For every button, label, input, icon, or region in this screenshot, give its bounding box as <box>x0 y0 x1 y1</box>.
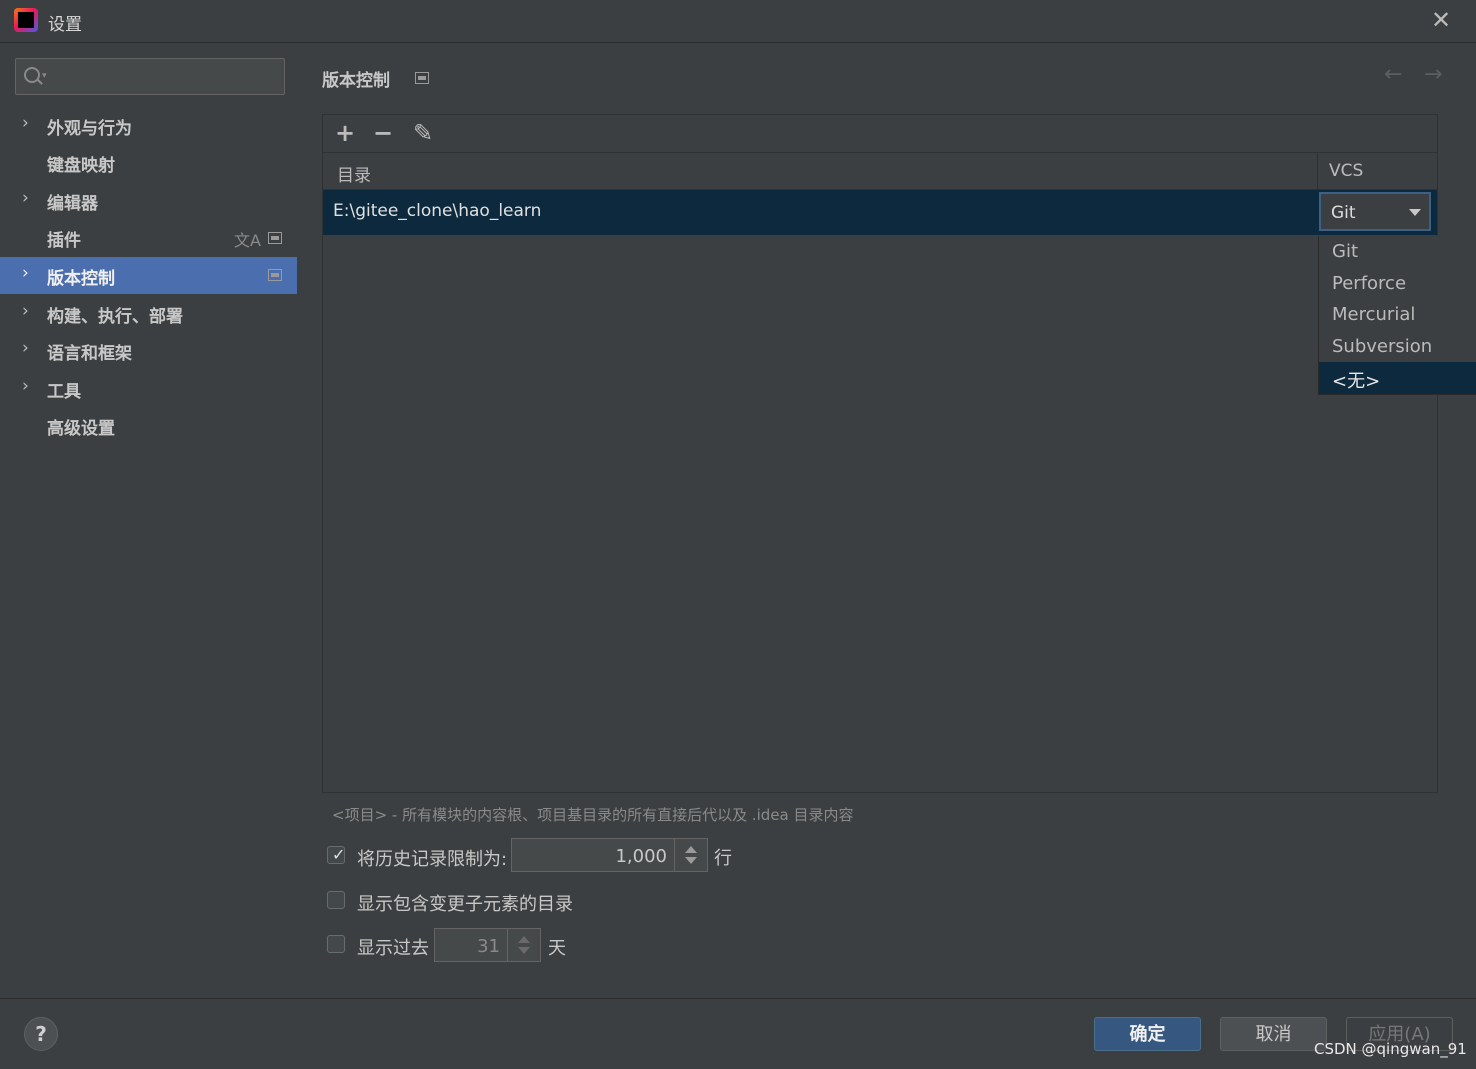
show-past-checkbox[interactable] <box>327 935 345 953</box>
sidebar-item-languages-frameworks[interactable]: › 语言和框架 <box>0 332 297 369</box>
app-icon-glyph <box>18 12 34 28</box>
translate-icon: 文A <box>234 231 261 250</box>
sidebar-item-label: 编辑器 <box>47 194 98 214</box>
sidebar-item-build-execution-deployment[interactable]: › 构建、执行、部署 <box>0 295 297 332</box>
sidebar-item-label: 版本控制 <box>47 269 115 289</box>
sidebar-item-label: 外观与行为 <box>47 119 132 139</box>
column-header-vcs[interactable]: VCS <box>1329 161 1363 181</box>
vcs-option-perforce[interactable]: Perforce <box>1319 268 1476 300</box>
project-scope-icon <box>415 72 429 84</box>
close-icon[interactable]: ✕ <box>1428 6 1454 34</box>
show-past-days-spinner[interactable]: 31 <box>434 928 541 962</box>
sidebar-item-tools[interactable]: › 工具 <box>0 370 297 407</box>
sidebar-item-keymap[interactable]: 键盘映射 <box>0 144 297 181</box>
directory-cell[interactable]: E:\gitee_clone\hao_learn <box>333 201 541 221</box>
sidebar-item-plugins[interactable]: 插件 文A <box>0 219 297 256</box>
history-limit-value: 1,000 <box>615 846 667 867</box>
csdn-watermark: CSDN @qingwan_91 <box>1314 1040 1467 1058</box>
help-button[interactable]: ? <box>24 1017 58 1051</box>
settings-search-input[interactable]: ▾ <box>15 58 285 95</box>
project-hint-text: <项目> - 所有模块的内容根、项目基目录的所有直接后代以及 .idea 目录内… <box>332 806 854 824</box>
vcs-option-subversion[interactable]: Subversion <box>1319 331 1476 363</box>
vcs-dropdown-list: Git Perforce Mercurial Subversion <无> <box>1318 236 1476 395</box>
chevron-right-icon: › <box>22 188 29 208</box>
sidebar-item-appearance-behavior[interactable]: › 外观与行为 <box>0 107 297 144</box>
table-header: 目录 VCS <box>323 153 1437 190</box>
sidebar-item-advanced-settings[interactable]: 高级设置 <box>0 407 297 444</box>
chevron-right-icon: › <box>22 301 29 321</box>
column-divider[interactable] <box>1317 153 1318 189</box>
title-bar: 设置 ✕ <box>0 0 1476 43</box>
add-mapping-button[interactable]: + <box>331 119 359 147</box>
sidebar-item-version-control[interactable]: › 版本控制 <box>0 257 297 294</box>
table-toolbar: + − ✎ <box>323 115 1437 153</box>
show-past-unit: 天 <box>548 938 566 959</box>
arrow-down-icon <box>518 947 530 954</box>
vcs-option-git[interactable]: Git <box>1319 236 1476 268</box>
back-arrow-icon[interactable]: ← <box>1384 62 1402 87</box>
show-past-days-value: 31 <box>477 936 500 957</box>
option-label: Git <box>1332 241 1359 262</box>
forward-arrow-icon[interactable]: → <box>1424 62 1442 87</box>
chevron-down-icon <box>1409 209 1421 216</box>
vcs-select-value: Git <box>1331 203 1356 223</box>
dialog-footer: ? 确定 取消 应用(A) <box>0 998 1476 1069</box>
option-label: Subversion <box>1332 336 1433 357</box>
remove-mapping-button[interactable]: − <box>369 119 397 147</box>
checkmark-icon: ✓ <box>332 845 346 864</box>
sidebar-item-label: 构建、执行、部署 <box>47 307 183 327</box>
option-label: <无> <box>1332 371 1381 392</box>
window-title: 设置 <box>48 15 82 35</box>
sidebar-item-label: 高级设置 <box>47 419 115 439</box>
chevron-right-icon: › <box>22 263 29 283</box>
settings-sidebar: ▾ › 外观与行为 键盘映射 › 编辑器 插件 文A › 版本控制 › 构建、执… <box>0 43 297 998</box>
vcs-select[interactable]: Git <box>1319 192 1431 231</box>
sidebar-item-label: 插件 <box>47 231 81 251</box>
sidebar-item-label: 键盘映射 <box>47 156 115 176</box>
sidebar-item-label: 工具 <box>47 382 81 402</box>
option-label: Mercurial <box>1332 304 1416 325</box>
spinner-arrows[interactable] <box>674 839 707 871</box>
history-limit-spinner[interactable]: 1,000 <box>511 838 708 872</box>
history-limit-checkbox[interactable]: ✓ <box>327 845 346 864</box>
column-header-directory[interactable]: 目录 <box>337 161 371 186</box>
option-label: Perforce <box>1332 273 1407 294</box>
ok-button[interactable]: 确定 <box>1094 1017 1201 1051</box>
arrow-down-icon <box>685 857 697 864</box>
project-scope-icon <box>268 232 282 244</box>
show-changed-dirs-checkbox[interactable] <box>327 891 345 909</box>
chevron-right-icon: › <box>22 338 29 358</box>
sidebar-item-label: 语言和框架 <box>47 344 132 364</box>
chevron-right-icon: › <box>22 113 29 133</box>
vcs-option-none[interactable]: <无> <box>1319 362 1476 394</box>
show-past-label: 显示过去 <box>357 938 429 959</box>
table-row[interactable]: E:\gitee_clone\hao_learn Git <box>323 190 1437 235</box>
intellij-app-icon <box>14 8 38 32</box>
vcs-mappings-table: + − ✎ 目录 VCS E:\gitee_clone\hao_learn Gi… <box>322 114 1438 793</box>
sidebar-item-editor[interactable]: › 编辑器 <box>0 182 297 219</box>
search-history-chevron-icon[interactable]: ▾ <box>42 71 47 81</box>
vcs-option-mercurial[interactable]: Mercurial <box>1319 299 1476 331</box>
arrow-up-icon <box>518 936 530 943</box>
cancel-button[interactable]: 取消 <box>1220 1017 1327 1051</box>
show-changed-dirs-label: 显示包含变更子元素的目录 <box>357 894 573 915</box>
spinner-arrows[interactable] <box>507 929 540 961</box>
edit-mapping-button[interactable]: ✎ <box>409 119 437 147</box>
history-limit-unit: 行 <box>714 848 732 869</box>
search-icon <box>24 67 40 83</box>
project-scope-icon <box>268 269 282 281</box>
arrow-up-icon <box>685 846 697 853</box>
history-limit-label: 将历史记录限制为: <box>357 849 508 870</box>
chevron-right-icon: › <box>22 376 29 396</box>
page-title: 版本控制 <box>322 71 390 91</box>
